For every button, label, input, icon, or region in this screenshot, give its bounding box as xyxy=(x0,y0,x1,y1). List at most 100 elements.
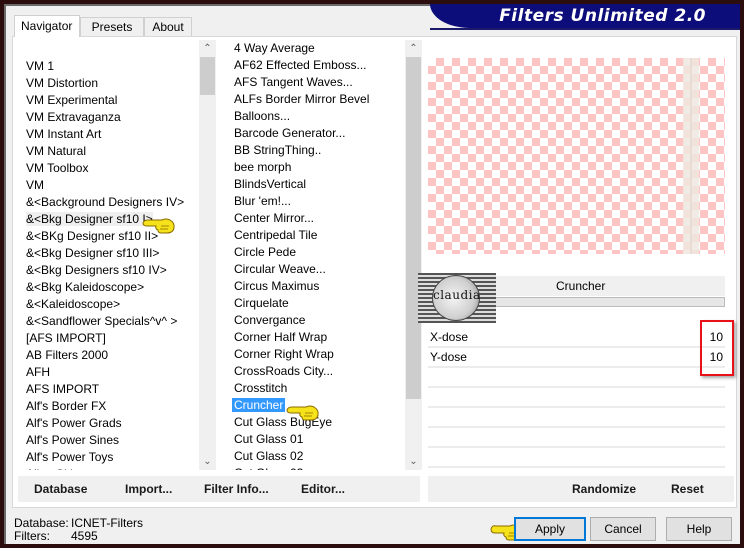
filter-item[interactable]: Balloons... xyxy=(226,108,406,125)
filter-item[interactable]: CrossRoads City... xyxy=(226,363,406,380)
filter-item[interactable]: Circular Weave... xyxy=(226,261,406,278)
category-item[interactable]: &<Background Designers IV> xyxy=(18,194,198,211)
tab-navigator[interactable]: Navigator xyxy=(14,15,80,37)
filter-info-button[interactable]: Filter Info... xyxy=(204,476,269,502)
category-item[interactable]: [AFS IMPORT] xyxy=(18,330,198,347)
category-item[interactable]: &<Kaleidoscope> xyxy=(18,296,198,313)
editor-button[interactable]: Editor... xyxy=(301,476,345,502)
category-item[interactable]: Alf's Border FX xyxy=(18,398,198,415)
category-item[interactable]: &<Bkg Kaleidoscope> xyxy=(18,279,198,296)
filter-item[interactable]: BlindsVertical xyxy=(226,176,406,193)
category-item-label: &<Bkg Designer sf10 I> xyxy=(26,212,153,226)
scroll-up-icon[interactable]: ⌃ xyxy=(199,40,216,57)
filter-item[interactable]: Corner Half Wrap xyxy=(226,329,406,346)
category-item[interactable]: Alf's Power Sines xyxy=(18,432,198,449)
database-button[interactable]: Database xyxy=(34,476,87,502)
filter-item-label: BB StringThing.. xyxy=(234,143,322,157)
category-item[interactable]: Alf's Power Toys xyxy=(18,449,198,466)
scroll-thumb[interactable] xyxy=(406,57,421,399)
app-title-banner: Filters Unlimited 2.0 xyxy=(430,4,740,28)
category-item[interactable]: AFH xyxy=(18,364,198,381)
category-item[interactable]: VM Toolbox xyxy=(18,160,198,177)
category-item[interactable]: VM xyxy=(18,177,198,194)
import-button[interactable]: Import... xyxy=(125,476,172,502)
filter-item[interactable]: 4 Way Average xyxy=(226,40,406,57)
category-item[interactable]: VM Distortion xyxy=(18,75,198,92)
category-item-label: VM Toolbox xyxy=(26,161,89,175)
category-item[interactable]: Alf's Power Grads xyxy=(18,415,198,432)
category-item-label: AFH xyxy=(26,365,50,379)
filter-item[interactable]: Cut Glass 02 xyxy=(226,448,406,465)
filter-item[interactable]: Convergance xyxy=(226,312,406,329)
filter-item[interactable]: Center Mirror... xyxy=(226,210,406,227)
filter-item[interactable]: Blur 'em!... xyxy=(226,193,406,210)
filter-item-label: CrossRoads City... xyxy=(234,364,334,378)
annotation-highlight-box xyxy=(700,320,734,376)
category-item-label: Alf's Border FX xyxy=(26,399,107,413)
preview-image xyxy=(428,58,725,254)
filter-item-label: Crosstitch xyxy=(234,381,288,395)
category-list[interactable]: VM 1 VM Distortion VM Experimental VM Extra… xyxy=(18,40,216,470)
filter-list[interactable]: 4 Way Average AF62 Effected Emboss... AFS … xyxy=(226,40,422,470)
category-item[interactable]: AB Filters 2000 xyxy=(18,347,198,364)
scroll-down-icon[interactable]: ⌄ xyxy=(405,453,422,470)
filter-item-label: bee morph xyxy=(234,160,292,174)
category-item[interactable]: VM Instant Art xyxy=(18,126,198,143)
filters-count-label: Filters: xyxy=(14,529,50,543)
filters-count-value: 4595 xyxy=(71,529,98,543)
tab-about[interactable]: About xyxy=(144,17,192,36)
filter-item[interactable]: AFS Tangent Waves... xyxy=(226,74,406,91)
list-button-bar: Database Import... Filter Info... Editor… xyxy=(18,476,420,502)
scroll-up-icon[interactable]: ⌃ xyxy=(405,40,422,57)
category-item[interactable]: &<Sandflower Specials^v^ > xyxy=(18,313,198,330)
scroll-thumb[interactable] xyxy=(200,57,215,95)
category-items: VM 1 VM Distortion VM Experimental VM Extra… xyxy=(18,58,198,470)
param-row-x-dose[interactable]: X-dose 10 xyxy=(428,328,725,348)
preview-seam-line xyxy=(690,58,692,254)
filter-item[interactable]: Cut Glass 03 xyxy=(226,465,406,470)
category-item[interactable]: VM Experimental xyxy=(18,92,198,109)
category-item-label: &<Bkg Designers sf10 IV> xyxy=(26,263,167,277)
filter-item[interactable]: ALFs Border Mirror Bevel xyxy=(226,91,406,108)
category-item-label: AFS IMPORT xyxy=(26,382,100,396)
reset-button[interactable]: Reset xyxy=(671,476,704,502)
randomize-button[interactable]: Randomize xyxy=(572,476,636,502)
category-item[interactable]: AFS IMPORT xyxy=(18,381,198,398)
category-item[interactable]: VM Natural xyxy=(18,143,198,160)
filter-item[interactable]: Cirquelate xyxy=(226,295,406,312)
filter-item[interactable]: Barcode Generator... xyxy=(226,125,406,142)
category-item[interactable]: &<Bkg Designers sf10 IV> xyxy=(18,262,198,279)
filter-item-label: Circus Maximus xyxy=(234,279,320,293)
category-item[interactable]: &<Bkg Designer sf10 III> xyxy=(18,245,198,262)
filter-scrollbar[interactable]: ⌃ ⌄ xyxy=(405,40,422,470)
filter-item-label: AF62 Effected Emboss... xyxy=(234,58,367,72)
category-item[interactable]: Alien Skin... xyxy=(18,466,198,470)
category-item-label: VM Natural xyxy=(26,144,87,158)
filter-item-label: Cruncher xyxy=(232,398,286,412)
filter-item[interactable]: Corner Right Wrap xyxy=(226,346,406,363)
category-item-label: &<Kaleidoscope> xyxy=(26,297,121,311)
filter-item-label: AFS Tangent Waves... xyxy=(234,75,353,89)
cancel-button[interactable]: Cancel xyxy=(590,517,656,541)
category-item-label: &<Background Designers IV> xyxy=(26,195,185,209)
filter-item[interactable]: AF62 Effected Emboss... xyxy=(226,57,406,74)
category-item[interactable]: VM 1 xyxy=(18,58,198,75)
filter-item[interactable]: Crosstitch xyxy=(226,380,406,397)
help-button[interactable]: Help xyxy=(666,517,732,541)
scroll-down-icon[interactable]: ⌄ xyxy=(199,453,216,470)
apply-button[interactable]: Apply xyxy=(514,517,586,541)
param-row-empty xyxy=(428,448,725,468)
filter-item[interactable]: bee morph xyxy=(226,159,406,176)
category-scrollbar[interactable]: ⌃ ⌄ xyxy=(199,40,216,470)
filter-item-label: Corner Half Wrap xyxy=(234,330,328,344)
filter-item[interactable]: BB StringThing.. xyxy=(226,142,406,159)
filter-item[interactable]: Circus Maximus xyxy=(226,278,406,295)
filter-item[interactable]: Cut Glass 01 xyxy=(226,431,406,448)
param-row-y-dose[interactable]: Y-dose 10 xyxy=(428,348,725,368)
param-label: X-dose xyxy=(430,330,469,344)
tab-presets[interactable]: Presets xyxy=(80,17,144,36)
filter-item[interactable]: Centripedal Tile xyxy=(226,227,406,244)
category-item[interactable]: VM Extravaganza xyxy=(18,109,198,126)
category-item-label: VM Instant Art xyxy=(26,127,102,141)
filter-item[interactable]: Circle Pede xyxy=(226,244,406,261)
